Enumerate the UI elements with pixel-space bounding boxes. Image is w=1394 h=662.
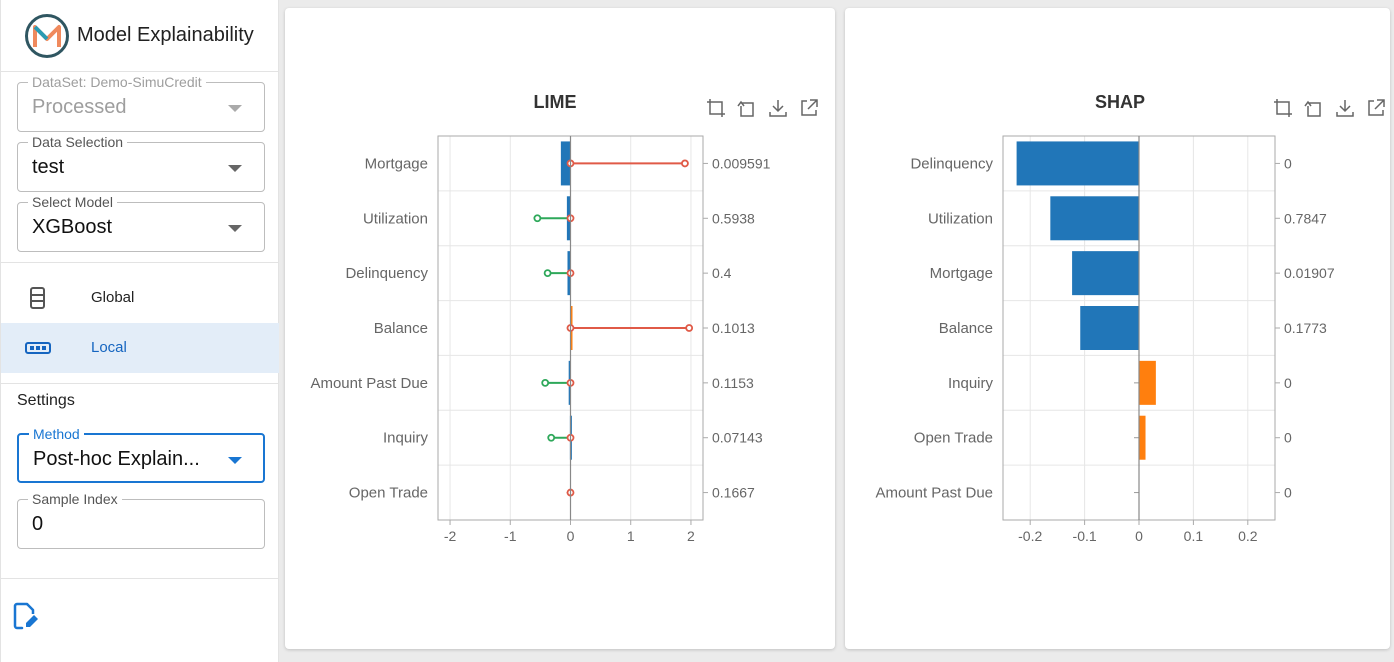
category-label: Balance: [374, 320, 428, 337]
feature-value-label: 0: [1284, 155, 1292, 171]
divider: [1, 262, 279, 263]
x-tick-label: 0: [567, 528, 575, 544]
x-tick-label: 0: [1135, 528, 1143, 544]
chevron-down-icon: [228, 105, 242, 112]
category-label: Delinquency: [910, 155, 993, 172]
dots-icon: [25, 342, 51, 354]
divider: [1, 383, 279, 384]
category-label: Amount Past Due: [310, 375, 428, 392]
category-label: Mortgage: [365, 155, 428, 172]
x-tick-label: 1: [627, 528, 635, 544]
lime-weight-point: [541, 378, 550, 387]
app-logo-icon: [25, 13, 69, 58]
shap-bar: [1050, 196, 1139, 241]
feature-value-label: 0.4: [712, 265, 732, 281]
x-tick-label: 2: [687, 528, 695, 544]
chevron-down-icon: [228, 165, 242, 172]
sidebar: Model Explainability DataSet: Demo-SimuC…: [0, 0, 279, 662]
feature-value-label: 0.5938: [712, 210, 755, 226]
lime-weight-point: [543, 269, 552, 278]
method-select[interactable]: Method Post-hoc Explain...: [17, 426, 265, 483]
select-model-label: Select Model: [28, 194, 117, 210]
feature-value-label: 0: [1284, 485, 1292, 501]
brand-header: Model Explainability: [1, 0, 278, 72]
category-label: Amount Past Due: [875, 485, 993, 502]
edit-document-icon[interactable]: [13, 602, 39, 630]
category-label: Utilization: [928, 210, 993, 227]
category-label: Balance: [939, 320, 993, 337]
category-label: Open Trade: [349, 485, 428, 502]
lime-chart: -2 -1 0 1 2 Mortgage 0.009591 Utilization 0.5938…: [310, 135, 771, 544]
settings-heading: Settings: [17, 392, 75, 409]
category-label: Inquiry: [948, 375, 994, 392]
nav-item-label: Global: [91, 289, 135, 306]
category-label: Inquiry: [383, 430, 429, 447]
method-label: Method: [29, 426, 84, 442]
feature-value-label: 0.01907: [1284, 265, 1335, 281]
feature-value-label: 0.1013: [712, 320, 755, 336]
nav-item-global[interactable]: Global: [1, 273, 279, 323]
shap-bar: [1072, 251, 1139, 296]
lime-weight-point: [685, 324, 694, 332]
x-tick-label: -2: [444, 528, 457, 544]
dataset-value: Processed: [32, 96, 127, 118]
chevron-down-icon: [228, 457, 242, 464]
feature-value-label: 0.1153: [712, 375, 754, 391]
data-selection-value: test: [32, 156, 65, 178]
data-selection-label: Data Selection: [28, 134, 128, 150]
sample-index-field[interactable]: Sample Index 0: [17, 491, 265, 549]
data-selection-select[interactable]: Data Selection test: [17, 134, 265, 192]
x-tick-label: -0.1: [1073, 528, 1097, 544]
category-label: Open Trade: [914, 430, 993, 447]
shap-bar: [1139, 415, 1146, 460]
app-root: Model Explainability DataSet: Demo-SimuC…: [0, 0, 1394, 662]
sample-index-value[interactable]: 0: [32, 513, 43, 536]
nav-item-label: Local: [91, 339, 127, 356]
category-label: Mortgage: [930, 265, 993, 282]
category-label: Utilization: [363, 210, 428, 227]
feature-value-label: 0: [1284, 375, 1292, 391]
lime-weight-point: [681, 159, 689, 168]
dataset-select[interactable]: DataSet: Demo-SimuCredit Processed: [17, 74, 265, 132]
lime-weight-point: [547, 433, 556, 442]
x-tick-label: 0.2: [1238, 528, 1258, 544]
x-tick-label: 0.1: [1184, 528, 1204, 544]
shap-bar: [1016, 141, 1139, 186]
shap-card: SHAP -0.2 -0.1 0 0.1 0.2 Delinquency 0 Utilizat…: [845, 8, 1390, 649]
shap-chart: -0.2 -0.1 0 0.1 0.2 Delinquency 0 Utilization 0.…: [875, 135, 1335, 544]
category-label: Delinquency: [345, 265, 428, 282]
divider: [1, 578, 279, 579]
feature-value-label: 0.07143: [712, 430, 763, 446]
feature-value-label: 0.009591: [712, 155, 771, 171]
select-model-value: XGBoost: [32, 216, 113, 238]
chevron-down-icon: [228, 225, 242, 232]
shap-bar: [1080, 306, 1139, 350]
select-model-select[interactable]: Select Model XGBoost: [17, 194, 265, 252]
app-title: Model Explainability: [77, 24, 254, 46]
lime-card: LIME -2 -1 0 1 2 Mortgage 0.009591 Utilization 0…: [285, 8, 835, 649]
feature-value-label: 0: [1284, 430, 1292, 446]
dataset-label: DataSet: Demo-SimuCredit: [28, 74, 206, 90]
feature-value-label: 0.1667: [712, 485, 755, 501]
sample-index-label: Sample Index: [28, 491, 122, 507]
method-value: Post-hoc Explain...: [33, 448, 200, 470]
feature-value-label: 0.7847: [1284, 210, 1327, 226]
list-icon: [30, 287, 45, 309]
x-tick-label: -1: [504, 528, 517, 544]
shap-bar: [1139, 360, 1156, 405]
feature-value-label: 0.1773: [1284, 320, 1327, 336]
nav-item-local[interactable]: Local: [1, 323, 279, 373]
x-tick-label: -0.2: [1018, 528, 1042, 544]
lime-weight-point: [533, 214, 542, 223]
